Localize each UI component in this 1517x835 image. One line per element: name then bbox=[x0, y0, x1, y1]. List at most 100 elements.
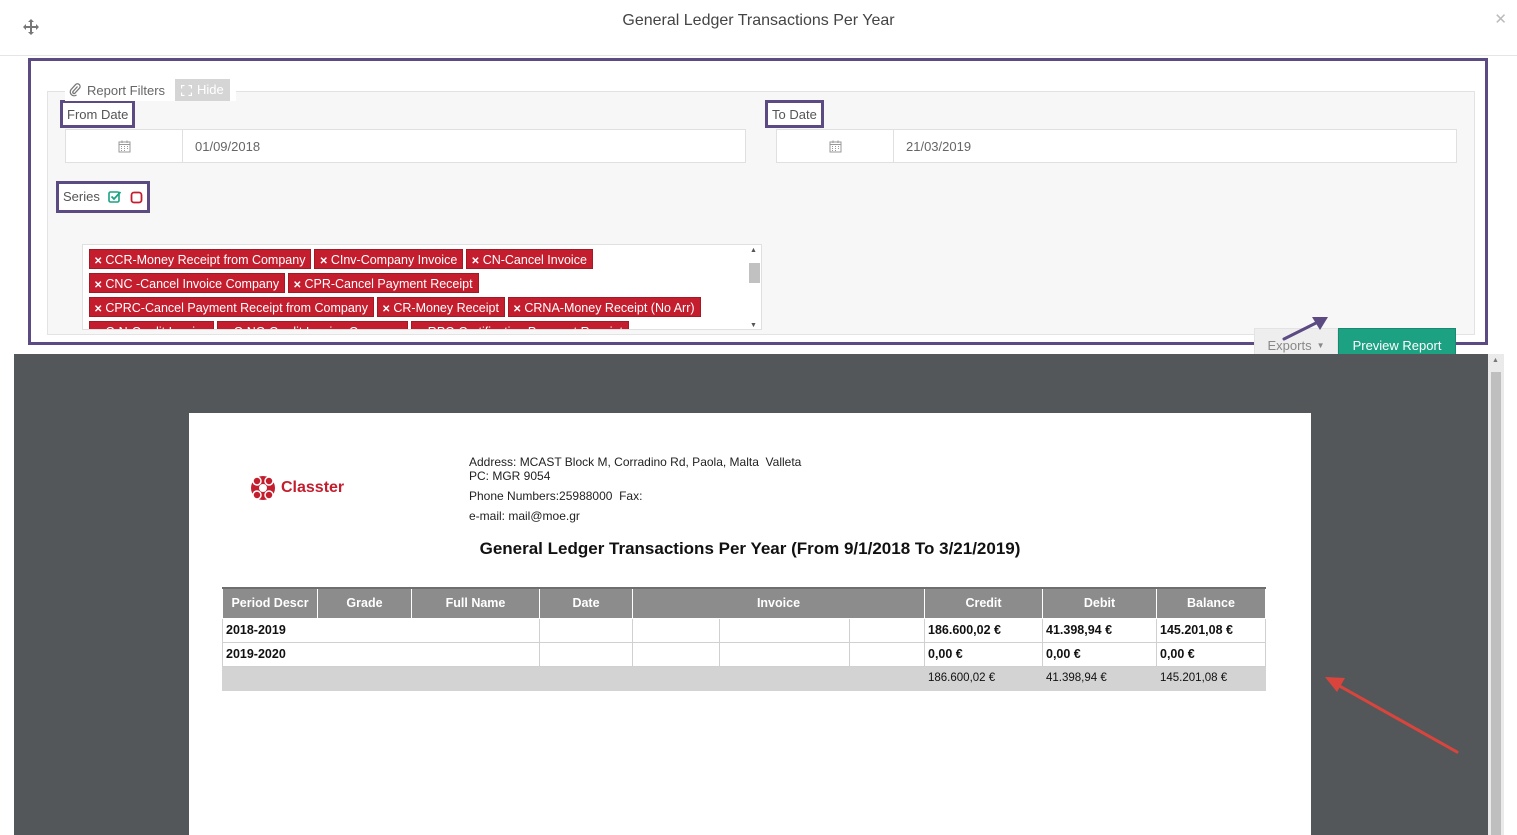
remove-tag-icon[interactable]: ✕ bbox=[471, 256, 479, 267]
series-tag-label: CrN-Credit Invoice bbox=[105, 325, 208, 329]
table-row: 2019-2020 0,00 € 0,00 € 0,00 € bbox=[222, 641, 1266, 667]
series-tag-label: CCR-Money Receipt from Company bbox=[105, 253, 306, 267]
series-tag[interactable]: ✕ RPC-Certification Payment Receipt bbox=[411, 321, 630, 329]
series-tag[interactable]: ✕ CNC -Cancel Invoice Company bbox=[89, 273, 286, 293]
scroll-thumb[interactable] bbox=[749, 263, 760, 283]
series-tags: ✕ CCR-Money Receipt from Company ✕ CInv-Com… bbox=[89, 249, 739, 329]
calendar-icon bbox=[829, 140, 841, 152]
email-line: e-mail: mail@moe.gr bbox=[469, 509, 580, 523]
period-cell: 2019-2020 bbox=[222, 641, 540, 667]
remove-tag-icon[interactable]: ✕ bbox=[94, 328, 102, 329]
series-tag[interactable]: ✕ CRNA-Money Receipt (No Arr) bbox=[507, 297, 701, 317]
remove-tag-icon[interactable]: ✕ bbox=[222, 328, 230, 329]
address-line: Address: MCAST Block M, Corradino Rd, Pa… bbox=[469, 455, 802, 469]
column-header: Full Name bbox=[411, 587, 540, 619]
report-filters-panel: From Date To Date bbox=[28, 58, 1488, 362]
series-tag-label: CN-Cancel Invoice bbox=[482, 253, 587, 267]
from-date-group bbox=[65, 129, 746, 163]
empty-cell bbox=[632, 641, 720, 667]
paperclip-icon bbox=[69, 83, 81, 97]
to-date-group bbox=[776, 129, 1457, 163]
series-tag[interactable]: ✕ CCR-Money Receipt from Company bbox=[89, 249, 312, 269]
remove-tag-icon[interactable]: ✕ bbox=[513, 304, 521, 315]
scroll-down-icon[interactable]: ▼ bbox=[750, 322, 757, 329]
debit-cell: 41.398,94 € bbox=[1042, 617, 1157, 643]
series-label-box: Series bbox=[56, 181, 150, 213]
hide-label: Hide bbox=[197, 82, 224, 97]
empty-cell bbox=[849, 617, 925, 643]
series-tag-label: CPR-Cancel Payment Receipt bbox=[304, 277, 473, 291]
table-header-row: Period Descr Grade Full Name Date Invoic… bbox=[222, 587, 1266, 619]
from-date-input[interactable] bbox=[183, 130, 745, 162]
remove-tag-icon[interactable]: ✕ bbox=[94, 280, 102, 291]
column-header: Balance bbox=[1156, 587, 1266, 619]
credit-cell: 0,00 € bbox=[924, 641, 1043, 667]
to-date-input[interactable] bbox=[894, 130, 1456, 162]
classter-logo: Classter bbox=[249, 473, 344, 503]
series-tag-label: CRNA-Money Receipt (No Arr) bbox=[524, 301, 695, 315]
table-row: 2018-2019 186.600,02 € 41.398,94 € 145.2… bbox=[222, 617, 1266, 643]
remove-tag-icon[interactable]: ✕ bbox=[382, 304, 390, 315]
remove-tag-icon[interactable]: ✕ bbox=[94, 304, 102, 315]
phone-line: Phone Numbers:25988000 Fax: bbox=[469, 489, 643, 503]
modal-title: General Ledger Transactions Per Year bbox=[622, 12, 895, 29]
viewer-scroll-thumb[interactable] bbox=[1491, 372, 1501, 835]
series-tag[interactable]: ✕ CN-Cancel Invoice bbox=[466, 249, 593, 269]
series-tag[interactable]: ✕ CInv-Company Invoice bbox=[314, 249, 464, 269]
scroll-up-icon[interactable]: ▲ bbox=[1492, 357, 1499, 364]
empty-cell bbox=[539, 641, 633, 667]
from-date-addon[interactable] bbox=[66, 130, 183, 162]
to-date-addon[interactable] bbox=[777, 130, 894, 162]
postcode-line: PC: MGR 9054 bbox=[469, 469, 551, 483]
series-tag-label: CNC -Cancel Invoice Company bbox=[105, 277, 280, 291]
series-tag-label: CrNC-Credit Invoice Company bbox=[234, 325, 403, 329]
series-tag-label: CPRC-Cancel Payment Receipt from Company bbox=[105, 301, 368, 315]
report-filters-label: Report Filters bbox=[87, 82, 166, 98]
total-debit-cell: 41.398,94 € bbox=[1042, 665, 1157, 691]
series-tag[interactable]: ✕ CR-Money Receipt bbox=[376, 297, 505, 317]
balance-cell: 145.201,08 € bbox=[1156, 617, 1266, 643]
deselect-all-icon[interactable] bbox=[130, 191, 143, 204]
report-page: Classter Address: MCAST Block M, Corradi… bbox=[189, 413, 1311, 835]
column-header: Invoice bbox=[632, 587, 925, 619]
debit-cell: 0,00 € bbox=[1042, 641, 1157, 667]
credit-cell: 186.600,02 € bbox=[924, 617, 1043, 643]
expand-icon bbox=[181, 84, 193, 96]
ledger-table: Period Descr Grade Full Name Date Invoic… bbox=[222, 587, 1266, 691]
remove-tag-icon[interactable]: ✕ bbox=[319, 256, 327, 267]
close-icon[interactable]: ✕ bbox=[1494, 10, 1507, 28]
hide-filters-button[interactable]: Hide bbox=[175, 79, 230, 101]
column-header: Period Descr bbox=[222, 587, 318, 619]
caret-down-icon: ▼ bbox=[1316, 340, 1325, 350]
viewer-scrollbar[interactable]: ▲ bbox=[1488, 354, 1504, 835]
empty-cell bbox=[222, 665, 925, 691]
column-header: Credit bbox=[924, 587, 1043, 619]
scroll-up-icon[interactable]: ▲ bbox=[750, 247, 757, 254]
calendar-icon bbox=[118, 140, 130, 152]
select-all-icon[interactable] bbox=[108, 190, 122, 204]
balance-cell: 0,00 € bbox=[1156, 641, 1266, 667]
totals-row: 186.600,02 € 41.398,94 € 145.201,08 € bbox=[222, 665, 1266, 691]
remove-tag-icon[interactable]: ✕ bbox=[416, 328, 424, 329]
series-multiselect[interactable]: ✕ CCR-Money Receipt from Company ✕ CInv-Com… bbox=[82, 244, 762, 330]
series-label: Series bbox=[63, 189, 100, 204]
series-scrollbar[interactable]: ▲ ▼ bbox=[747, 245, 761, 329]
series-tag[interactable]: ✕ CPRC-Cancel Payment Receipt from Compan… bbox=[89, 297, 374, 317]
company-address: Address: MCAST Block M, Corradino Rd, Pa… bbox=[469, 455, 801, 523]
exports-label: Exports bbox=[1267, 337, 1312, 353]
series-tag[interactable]: ✕CrN-Credit Invoice bbox=[89, 321, 215, 329]
empty-cell bbox=[719, 617, 850, 643]
classter-logo-icon bbox=[251, 476, 275, 500]
empty-cell bbox=[632, 617, 720, 643]
remove-tag-icon[interactable]: ✕ bbox=[94, 256, 102, 267]
filters-legend: Report Filters Hide bbox=[65, 79, 236, 101]
series-tag[interactable]: ✕ CPR-Cancel Payment Receipt bbox=[288, 273, 479, 293]
remove-tag-icon[interactable]: ✕ bbox=[293, 280, 301, 291]
empty-cell bbox=[719, 641, 850, 667]
empty-cell bbox=[849, 641, 925, 667]
empty-cell bbox=[539, 617, 633, 643]
column-header: Date bbox=[539, 587, 633, 619]
to-date-label: To Date bbox=[765, 100, 824, 128]
series-tag-label: CR-Money Receipt bbox=[393, 301, 499, 315]
series-tag[interactable]: ✕ CrNC-Credit Invoice Company bbox=[217, 321, 409, 329]
